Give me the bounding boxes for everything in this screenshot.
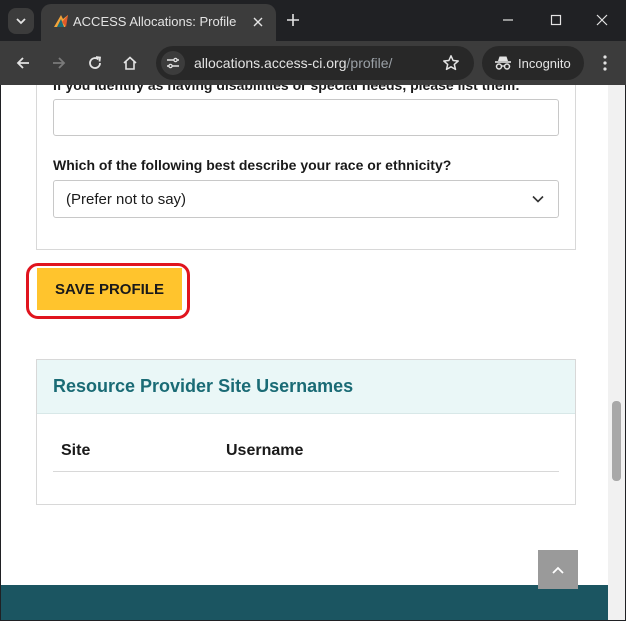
tab-search-button[interactable] <box>8 8 34 34</box>
chevron-down-icon <box>16 18 26 25</box>
incognito-icon <box>495 56 511 70</box>
profile-form-card: If you identify as having disabilities o… <box>36 85 576 250</box>
close-window-button[interactable] <box>589 8 615 32</box>
browser-tab[interactable]: ACCESS Allocations: Profile <box>41 4 276 41</box>
tune-icon <box>167 57 179 69</box>
browser-title-bar: ACCESS Allocations: Profile <box>0 0 626 41</box>
maximize-button[interactable] <box>543 8 569 32</box>
resource-provider-title: Resource Provider Site Usernames <box>53 376 354 396</box>
more-vertical-icon <box>603 55 607 71</box>
column-header-username: Username <box>226 442 304 459</box>
reload-icon <box>89 56 102 69</box>
browser-menu-button[interactable] <box>594 50 616 76</box>
close-icon <box>253 17 263 27</box>
plus-icon <box>287 14 299 26</box>
minimize-button[interactable] <box>495 8 521 32</box>
url-text: allocations.access-ci.org/profile/ <box>194 55 392 71</box>
reload-button[interactable] <box>82 50 108 76</box>
close-icon <box>596 14 608 26</box>
resource-provider-header: Resource Provider Site Usernames <box>37 360 575 414</box>
access-logo-icon <box>54 15 68 27</box>
browser-toolbar: allocations.access-ci.org/profile/ Incog… <box>0 41 626 85</box>
new-tab-button[interactable] <box>282 9 304 31</box>
incognito-profile-button[interactable]: Incognito <box>482 46 584 80</box>
site-info-button[interactable] <box>161 51 185 75</box>
disabilities-input[interactable] <box>53 99 559 136</box>
disabilities-label: If you identify as having disabilities o… <box>53 85 520 93</box>
scrollbar-thumb[interactable] <box>612 401 621 481</box>
back-button[interactable] <box>10 50 36 76</box>
back-to-top-button[interactable] <box>538 550 578 589</box>
home-icon <box>123 56 137 70</box>
column-header-site: Site <box>61 442 91 459</box>
url-path: /profile/ <box>346 55 393 71</box>
star-icon[interactable] <box>442 54 460 72</box>
address-bar[interactable]: allocations.access-ci.org/profile/ <box>156 46 474 80</box>
url-host: allocations.access-ci.org <box>194 55 347 71</box>
tab-close-button[interactable] <box>249 13 267 31</box>
page-scrollbar[interactable] <box>608 85 625 620</box>
maximize-icon <box>550 14 562 26</box>
page-viewport: If you identify as having disabilities o… <box>1 85 608 620</box>
race-ethnicity-selected-value: (Prefer not to say) <box>66 191 187 208</box>
race-ethnicity-label: Which of the following best describe you… <box>53 157 452 173</box>
forward-button[interactable] <box>46 50 72 76</box>
arrow-right-icon <box>53 57 66 69</box>
minimize-icon <box>503 19 513 21</box>
chevron-up-icon <box>552 566 564 574</box>
resource-provider-card: Resource Provider Site Usernames Site Us… <box>36 359 576 505</box>
home-button[interactable] <box>117 50 143 76</box>
page-footer <box>1 585 608 620</box>
race-ethnicity-select[interactable]: (Prefer not to say) <box>53 180 559 218</box>
arrow-left-icon <box>16 57 29 69</box>
chevron-down-icon <box>532 195 544 203</box>
incognito-label: Incognito <box>518 56 571 71</box>
table-divider <box>53 471 559 472</box>
save-profile-button[interactable]: SAVE PROFILE <box>37 268 182 310</box>
tab-title: ACCESS Allocations: Profile <box>73 14 237 29</box>
